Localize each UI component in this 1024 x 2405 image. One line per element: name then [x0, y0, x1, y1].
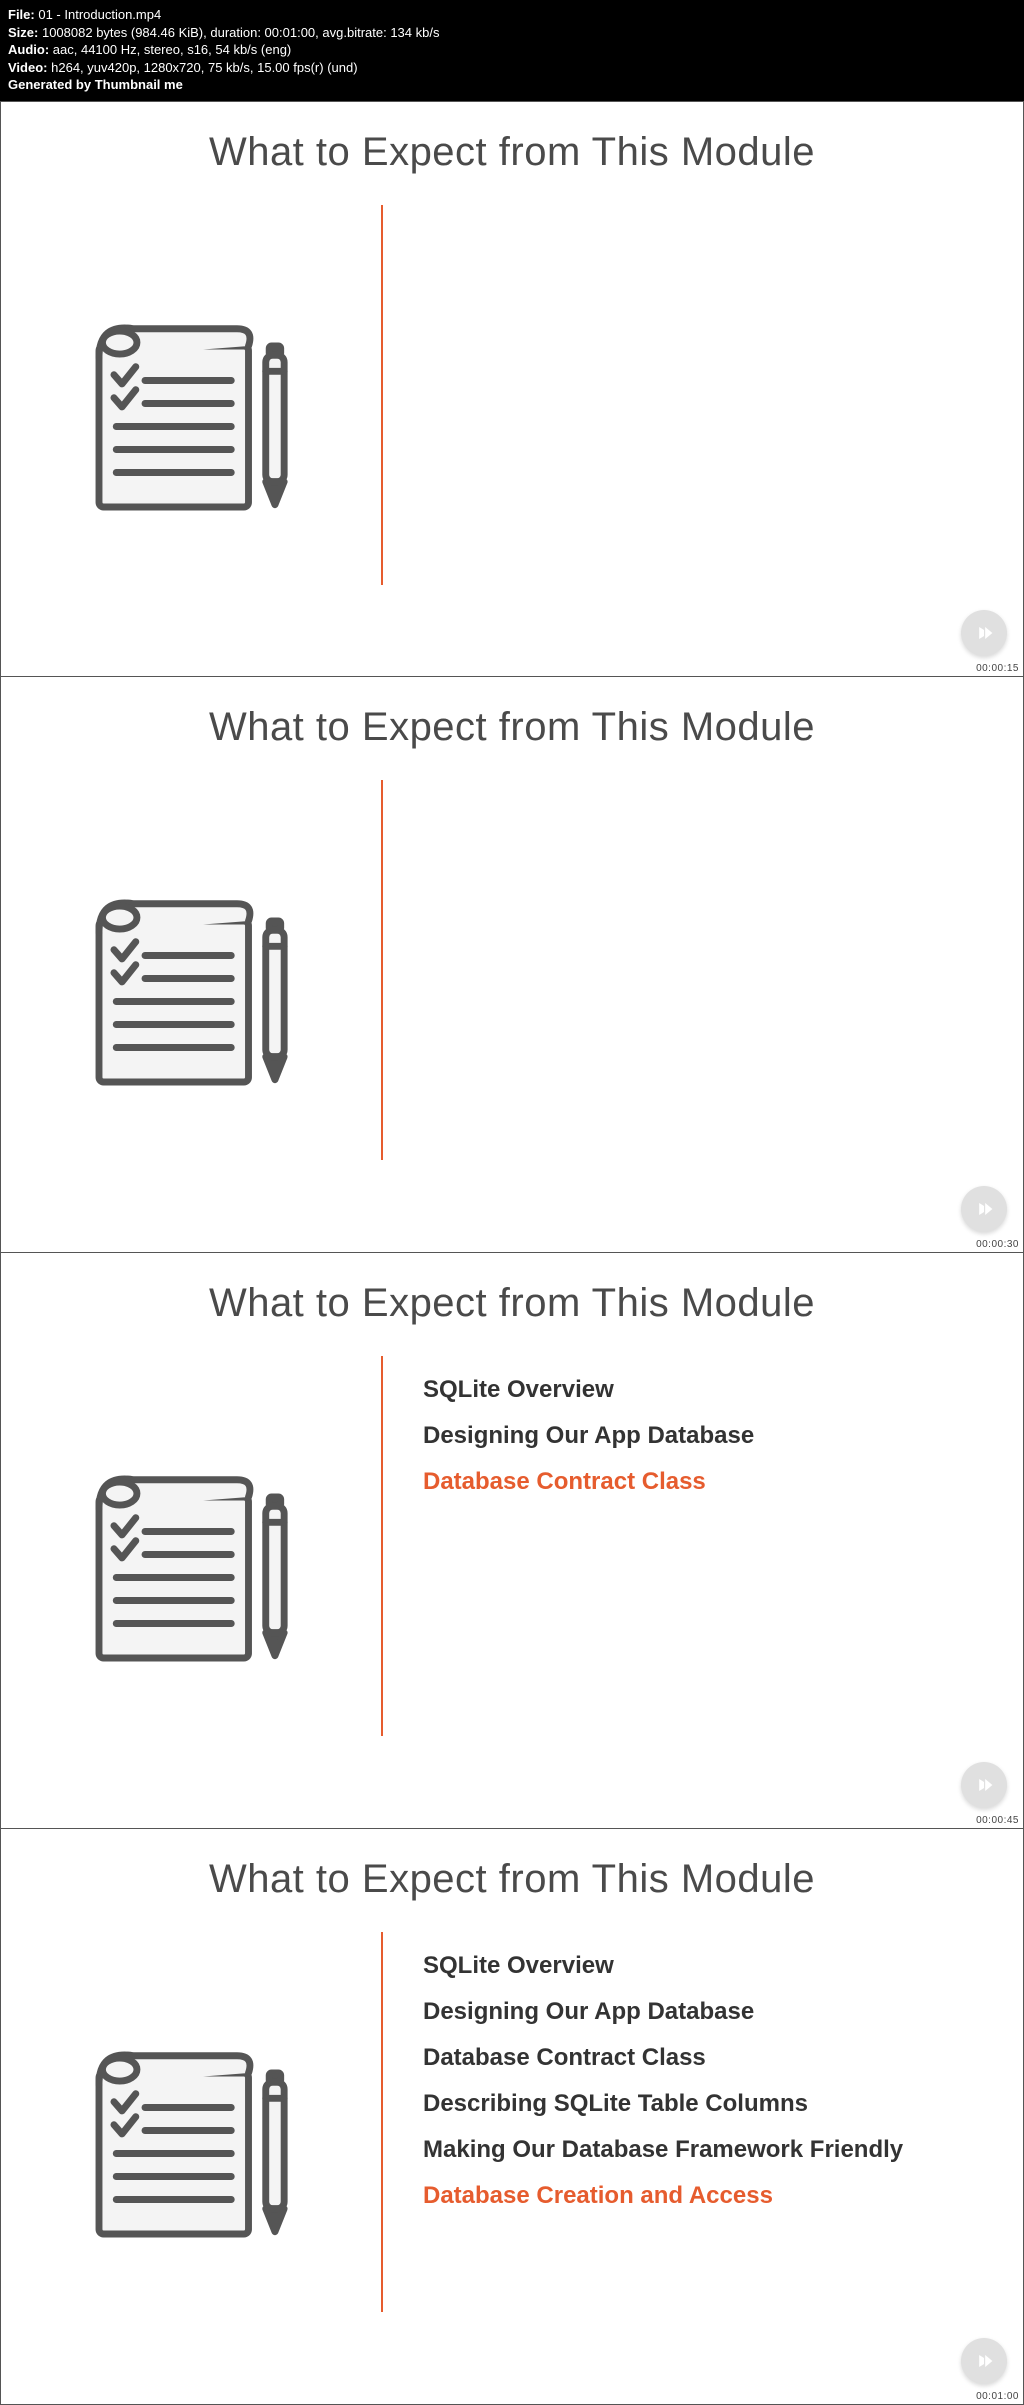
- bullet-item: Designing Our App Database: [423, 1422, 1023, 1450]
- play-button[interactable]: [961, 610, 1007, 656]
- slide-content: [1, 790, 1023, 1190]
- bullet-item: SQLite Overview: [423, 1952, 1023, 1980]
- play-button[interactable]: [961, 1762, 1007, 1808]
- meta-video-label: Video:: [8, 60, 48, 75]
- bullet-item: Making Our Database Framework Friendly: [423, 2136, 1023, 2164]
- meta-generated: Generated by Thumbnail me: [8, 77, 183, 92]
- frame-timestamp: 00:00:45: [976, 1815, 1019, 1826]
- slide-content: SQLite Overview Designing Our App Databas…: [1, 1366, 1023, 1766]
- notepad-checklist-icon: [76, 875, 306, 1105]
- thumbnail-frame[interactable]: What to Expect from This Module SQLite O…: [0, 1253, 1024, 1829]
- thumbnail-grid: What to Expect from This Module 00:00:15…: [0, 101, 1024, 2405]
- notepad-checklist-icon: [76, 300, 306, 530]
- meta-file-label: File:: [8, 7, 35, 22]
- slide-title: What to Expect from This Module: [1, 1829, 1023, 1902]
- frame-timestamp: 00:00:15: [976, 663, 1019, 674]
- slide-icon-area: [1, 1942, 381, 2342]
- frame-timestamp: 00:01:00: [976, 2391, 1019, 2402]
- slide-icon-area: [1, 215, 381, 615]
- meta-audio-label: Audio:: [8, 42, 49, 57]
- slide-title: What to Expect from This Module: [1, 1253, 1023, 1326]
- bullet-item: Database Contract Class: [423, 2044, 1023, 2072]
- play-button[interactable]: [961, 2338, 1007, 2384]
- meta-size-label: Size:: [8, 25, 38, 40]
- slide-content: [1, 215, 1023, 615]
- thumbnail-frame[interactable]: What to Expect from This Module 00:00:30: [0, 677, 1024, 1253]
- bullet-list: [383, 215, 1023, 225]
- slide-content: SQLite Overview Designing Our App Databas…: [1, 1942, 1023, 2342]
- meta-file-value: 01 - Introduction.mp4: [38, 7, 161, 22]
- bullet-item: SQLite Overview: [423, 1376, 1023, 1404]
- bullet-list: SQLite Overview Designing Our App Databas…: [383, 1942, 1023, 2228]
- vertical-divider: [381, 780, 383, 1160]
- bullet-item: Designing Our App Database: [423, 1998, 1023, 2026]
- bullet-item: Database Creation and Access: [423, 2182, 1023, 2210]
- meta-size-value: 1008082 bytes (984.46 KiB), duration: 00…: [42, 25, 440, 40]
- play-button[interactable]: [961, 1186, 1007, 1232]
- slide-icon-area: [1, 790, 381, 1190]
- meta-video-value: h264, yuv420p, 1280x720, 75 kb/s, 15.00 …: [51, 60, 357, 75]
- frame-timestamp: 00:00:30: [976, 1239, 1019, 1250]
- notepad-checklist-icon: [76, 1451, 306, 1681]
- notepad-checklist-icon: [76, 2027, 306, 2257]
- bullet-list: SQLite Overview Designing Our App Databas…: [383, 1366, 1023, 1514]
- slide-icon-area: [1, 1366, 381, 1766]
- vertical-divider: [381, 205, 383, 585]
- meta-audio-value: aac, 44100 Hz, stereo, s16, 54 kb/s (eng…: [53, 42, 291, 57]
- thumbnail-frame[interactable]: What to Expect from This Module 00:00:15: [0, 101, 1024, 677]
- thumbnail-frame[interactable]: What to Expect from This Module SQLite O…: [0, 1829, 1024, 2405]
- slide-title: What to Expect from This Module: [1, 102, 1023, 175]
- slide-title: What to Expect from This Module: [1, 677, 1023, 750]
- bullet-list: [383, 790, 1023, 800]
- video-metadata-header: File: 01 - Introduction.mp4 Size: 100808…: [0, 0, 1024, 101]
- bullet-item: Database Contract Class: [423, 1468, 1023, 1496]
- bullet-item: Describing SQLite Table Columns: [423, 2090, 1023, 2118]
